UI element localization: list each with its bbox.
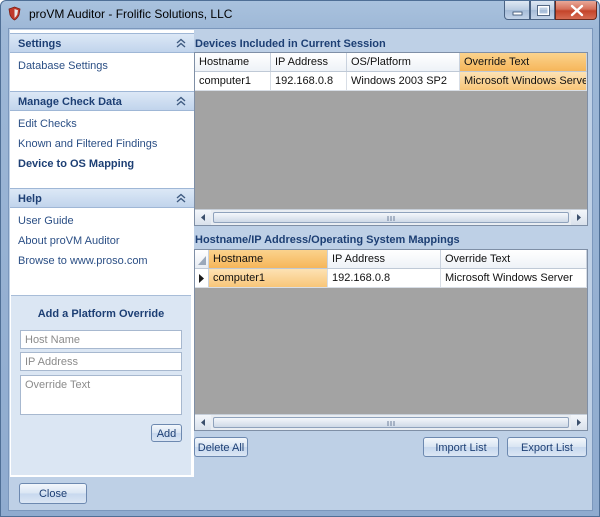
table-row[interactable]: computer1 192.168.0.8 Microsoft Windows …	[195, 269, 587, 288]
corner-triangle-icon	[198, 256, 206, 265]
grip-icon	[387, 421, 395, 426]
cell-override-text: Microsoft Windows Server	[441, 269, 587, 287]
mappings-section-title: Hostname/IP Address/Operating System Map…	[195, 234, 460, 246]
window-title: proVM Auditor - Frolific Solutions, LLC	[29, 7, 233, 21]
scroll-left-button[interactable]	[195, 415, 211, 430]
arrow-right-icon	[577, 214, 581, 221]
arrow-left-icon	[201, 419, 205, 426]
col-ip-address[interactable]: IP Address	[271, 53, 347, 71]
devices-hscrollbar[interactable]	[195, 209, 587, 225]
maximize-button[interactable]	[530, 1, 555, 20]
sidebar-item-about[interactable]: About proVM Auditor	[18, 235, 120, 247]
minimize-button[interactable]	[504, 1, 530, 20]
grip-icon	[387, 216, 395, 221]
sidebar-item-database-settings[interactable]: Database Settings	[18, 60, 108, 72]
cell-override-text: Microsoft Windows Server	[460, 72, 587, 90]
hostname-input[interactable]: Host Name	[20, 330, 182, 349]
col-hostname[interactable]: Hostname	[209, 250, 328, 268]
devices-grid[interactable]: Hostname IP Address OS/Platform Override…	[194, 52, 588, 226]
platform-override-panel: Add a Platform Override Host Name IP Add…	[11, 295, 191, 475]
sidebar-item-edit-checks[interactable]: Edit Checks	[18, 118, 77, 130]
add-button[interactable]: Add	[151, 424, 182, 442]
sidebar-item-known-findings[interactable]: Known and Filtered Findings	[18, 138, 157, 150]
scroll-thumb[interactable]	[213, 212, 569, 223]
manage-header-label: Manage Check Data	[18, 96, 122, 108]
title-bar[interactable]: proVM Auditor - Frolific Solutions, LLC	[1, 1, 599, 27]
devices-grid-header: Hostname IP Address OS/Platform Override…	[195, 53, 587, 72]
select-all-corner[interactable]	[195, 250, 209, 268]
scroll-thumb[interactable]	[213, 417, 569, 428]
scroll-right-button[interactable]	[571, 210, 587, 225]
devices-section-title: Devices Included in Current Session	[195, 38, 386, 50]
sidebar-item-browse-site[interactable]: Browse to www.proso.com	[18, 255, 148, 267]
cell-hostname: computer1	[209, 269, 328, 287]
chevron-up-icon[interactable]	[176, 193, 186, 203]
col-override-text[interactable]: Override Text	[460, 53, 587, 71]
col-os-platform[interactable]: OS/Platform	[347, 53, 460, 71]
table-row[interactable]: computer1 192.168.0.8 Windows 2003 SP2 M…	[195, 72, 587, 91]
manage-section-header[interactable]: Manage Check Data	[10, 91, 194, 111]
scroll-left-button[interactable]	[195, 210, 211, 225]
settings-section-header[interactable]: Settings	[10, 33, 194, 53]
main-window: proVM Auditor - Frolific Solutions, LLC …	[0, 0, 600, 517]
app-shield-icon	[8, 6, 21, 21]
row-selector[interactable]	[195, 269, 209, 287]
export-list-button[interactable]: Export List	[507, 437, 587, 457]
close-button[interactable]: Close	[19, 483, 87, 504]
col-override-text[interactable]: Override Text	[441, 250, 587, 268]
cell-os-platform: Windows 2003 SP2	[347, 72, 460, 90]
mappings-hscrollbar[interactable]	[195, 414, 587, 430]
row-pointer-icon	[199, 274, 204, 283]
close-icon	[570, 4, 584, 17]
mappings-grid[interactable]: Hostname IP Address Override Text comput…	[194, 249, 588, 431]
chevron-up-icon[interactable]	[176, 96, 186, 106]
col-ip-address[interactable]: IP Address	[328, 250, 441, 268]
mappings-grid-header: Hostname IP Address Override Text	[195, 250, 587, 269]
cell-ip-address: 192.168.0.8	[271, 72, 347, 90]
scroll-right-button[interactable]	[571, 415, 587, 430]
sidebar-item-device-os-mapping[interactable]: Device to OS Mapping	[18, 158, 134, 170]
task-pane: Settings Database Settings Manage Check …	[10, 30, 194, 477]
override-title: Add a Platform Override	[37, 308, 165, 320]
minimize-icon	[512, 11, 523, 16]
help-section-header[interactable]: Help	[10, 188, 194, 208]
client-area: Settings Database Settings Manage Check …	[8, 28, 593, 511]
close-window-button[interactable]	[555, 1, 597, 20]
cell-hostname: computer1	[195, 72, 271, 90]
maximize-icon	[537, 5, 550, 16]
override-text-input[interactable]: Override Text	[20, 375, 182, 415]
help-header-label: Help	[18, 193, 42, 205]
delete-all-button[interactable]: Delete All	[194, 437, 248, 457]
chevron-up-icon[interactable]	[176, 38, 186, 48]
settings-header-label: Settings	[18, 38, 62, 50]
import-list-button[interactable]: Import List	[423, 437, 499, 457]
col-hostname[interactable]: Hostname	[195, 53, 271, 71]
sidebar-item-user-guide[interactable]: User Guide	[18, 215, 74, 227]
arrow-right-icon	[577, 419, 581, 426]
arrow-left-icon	[201, 214, 205, 221]
cell-ip-address: 192.168.0.8	[328, 269, 441, 287]
ip-address-input[interactable]: IP Address	[20, 352, 182, 371]
